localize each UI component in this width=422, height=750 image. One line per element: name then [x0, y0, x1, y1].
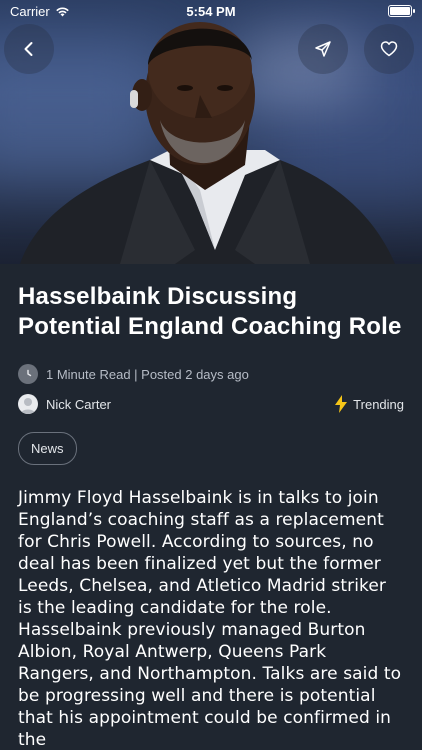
author-name: Nick Carter — [46, 396, 112, 412]
status-bar: Carrier 5:54 PM — [0, 0, 422, 22]
article-title: Hasselbaink Discussing Potential England… — [18, 283, 402, 340]
article-content: Hasselbaink Discussing Potential England… — [0, 264, 422, 750]
category-tag[interactable]: News — [18, 432, 77, 465]
battery-icon — [388, 5, 415, 17]
read-meta-row: 1 Minute Read | Posted 2 days ago — [18, 364, 404, 384]
share-button[interactable] — [298, 24, 348, 74]
trending-badge: Trending — [335, 395, 404, 413]
send-icon — [315, 41, 331, 57]
heart-icon — [380, 41, 398, 57]
author-row: Nick Carter Trending — [18, 394, 404, 414]
clock-icon — [18, 364, 38, 384]
article-screen: Carrier 5:54 PM Hasselbaink Discussing P… — [0, 0, 422, 750]
back-button[interactable] — [4, 24, 54, 74]
person-photo — [20, 22, 395, 264]
lightning-icon — [335, 395, 348, 413]
trending-label: Trending — [353, 396, 404, 412]
read-time-label: 1 Minute Read | Posted 2 days ago — [46, 366, 249, 382]
chevron-left-icon — [24, 42, 33, 56]
article-body: Jimmy Floyd Hasselbaink is in talks to j… — [18, 488, 402, 750]
status-time: 5:54 PM — [186, 3, 236, 19]
avatar — [18, 394, 38, 414]
favorite-button[interactable] — [364, 24, 414, 74]
author[interactable]: Nick Carter — [18, 394, 111, 414]
article-hero-image — [0, 0, 422, 264]
